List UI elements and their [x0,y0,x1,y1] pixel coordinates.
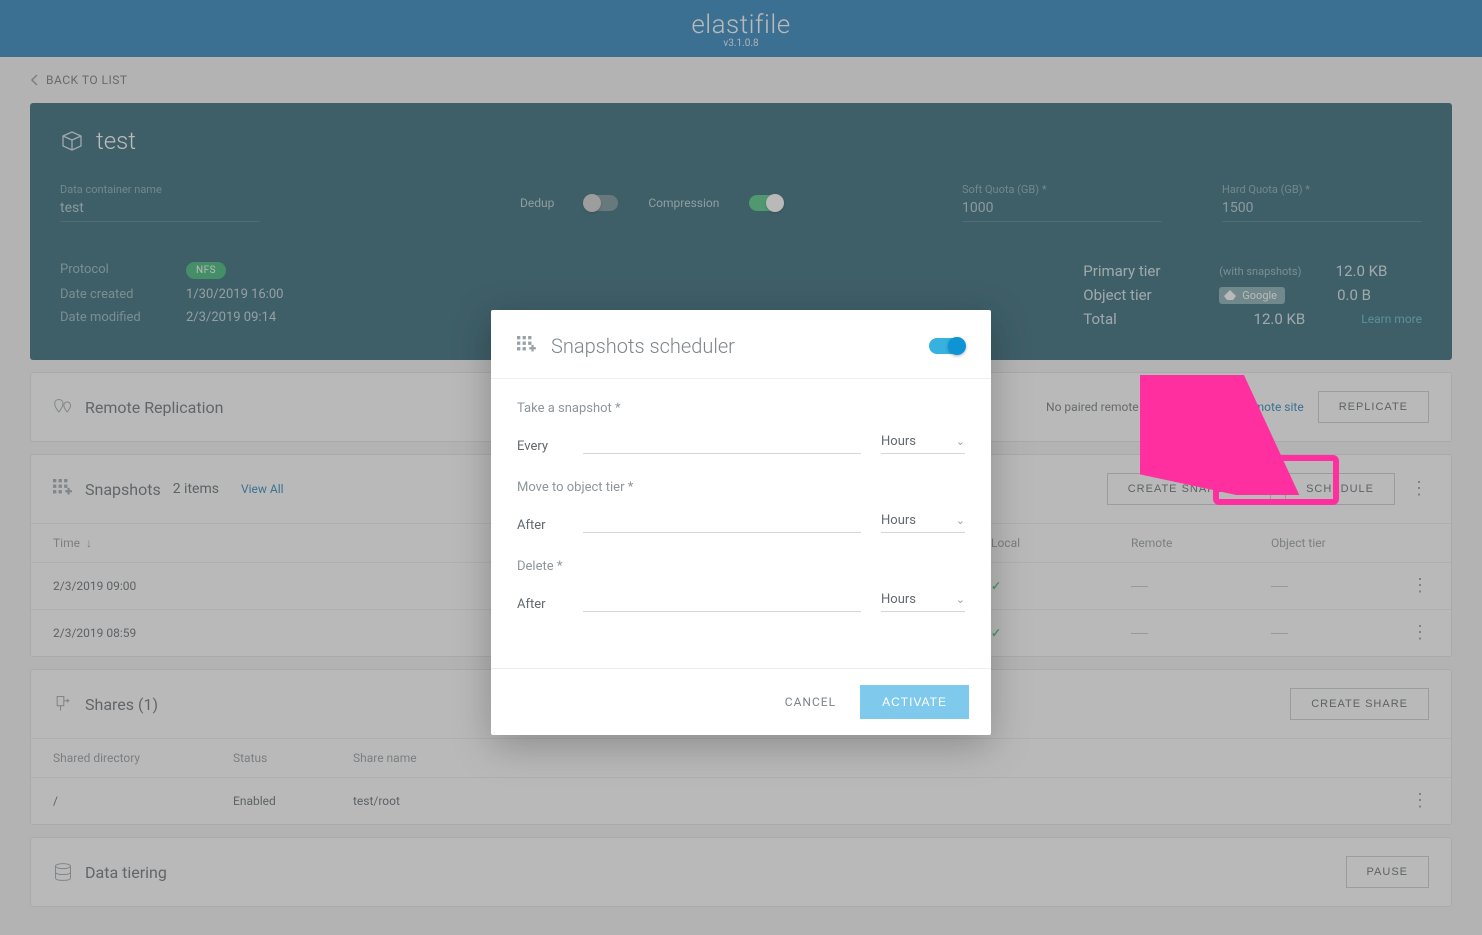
chevron-down-icon: ⌄ [956,593,965,606]
schedule-grid-icon [517,336,537,356]
delete-after-input[interactable] [583,588,861,612]
modal-overlay[interactable]: Snapshots scheduler Take a snapshot * Ev… [0,0,1482,935]
every-label: Every [517,439,563,454]
delete-unit-select[interactable]: Hours⌄ [881,588,965,612]
activate-button[interactable]: ACTIVATE [860,685,969,719]
chevron-down-icon: ⌄ [956,435,965,448]
take-every-input[interactable] [583,430,861,454]
delete-label: Delete * [517,559,965,574]
cancel-button[interactable]: CANCEL [785,695,836,709]
take-snapshot-label: Take a snapshot * [517,401,965,416]
move-after-input[interactable] [583,509,861,533]
after-label-2: After [517,597,563,612]
after-label-1: After [517,518,563,533]
move-unit-select[interactable]: Hours⌄ [881,509,965,533]
snapshots-scheduler-modal: Snapshots scheduler Take a snapshot * Ev… [491,310,991,735]
modal-title: Snapshots scheduler [551,334,915,358]
move-tier-label: Move to object tier * [517,480,965,495]
take-unit-select[interactable]: Hours⌄ [881,430,965,454]
scheduler-toggle[interactable] [929,338,965,354]
chevron-down-icon: ⌄ [956,514,965,527]
